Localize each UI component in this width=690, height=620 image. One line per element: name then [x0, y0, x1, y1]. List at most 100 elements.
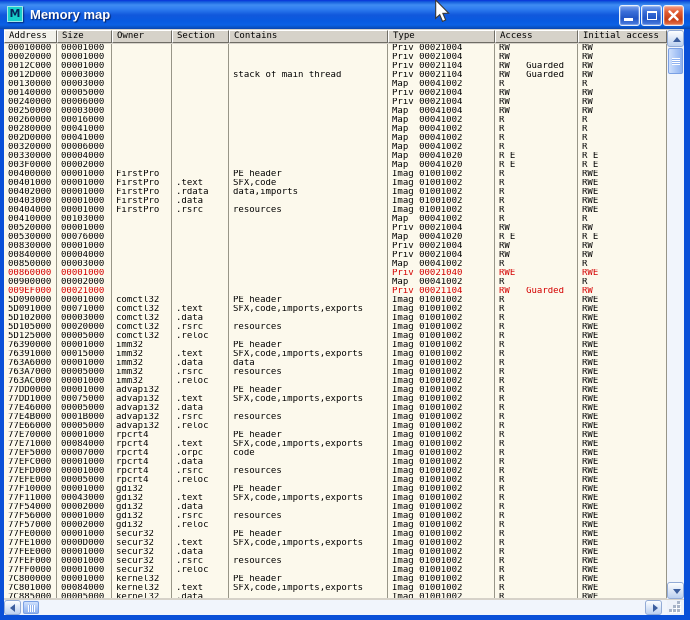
column-header-contains[interactable]: Contains [229, 30, 388, 43]
table-row[interactable]: 77F5600000001000gdi32.rsrcresourcesImag … [4, 512, 667, 521]
table-row[interactable]: 5D10200000003000comctl32.dataImag 010010… [4, 314, 667, 323]
app-icon[interactable]: M [7, 6, 23, 22]
cell-size: 00001000 [57, 188, 112, 197]
table-row[interactable]: 0012C00000001000Priv 00021104RW GuardedR… [4, 62, 667, 71]
table-row[interactable]: 0025000000003000Map 00041004RWRW [4, 107, 667, 116]
table-row[interactable]: 77E4600000005000advapi32.dataImag 010010… [4, 404, 667, 413]
vertical-scroll-thumb[interactable] [668, 48, 683, 74]
table-row[interactable]: 0053000000076000Map 00041020R ER E [4, 233, 667, 242]
table-row[interactable]: 0040400000001000FirstPro.rsrcresourcesIm… [4, 206, 667, 215]
table-row[interactable]: 77FE10000000D000secur32.textSFX,code,imp… [4, 539, 667, 548]
table-row[interactable]: 77DD000000001000advapi32PE headerImag 01… [4, 386, 667, 395]
cell-type: Map 00041020 [388, 152, 495, 161]
table-row[interactable]: 0013000000003000Map 00041002RR [4, 80, 667, 89]
close-button[interactable] [663, 5, 684, 26]
table-row[interactable]: 77F5400000002000gdi32.dataImag 01001002R… [4, 503, 667, 512]
table-row[interactable]: 0033000000004000Map 00041020R ER E [4, 152, 667, 161]
table-row[interactable]: 0002000000001000Priv 00021004RWRW [4, 53, 667, 62]
resize-grip[interactable] [667, 600, 684, 615]
table-row[interactable]: 002D000000041000Map 00041002RR [4, 134, 667, 143]
column-header-initial-access[interactable]: Initial access [578, 30, 667, 43]
column-header-access[interactable]: Access [495, 30, 578, 43]
table-row[interactable]: 77FF000000001000secur32.relocImag 010010… [4, 566, 667, 575]
table-row[interactable]: 0024000000006000Priv 00021004RWRW [4, 98, 667, 107]
column-header-type[interactable]: Type [388, 30, 495, 43]
table-row[interactable]: 0014000000005000Priv 00021004RWRW [4, 89, 667, 98]
table-row[interactable]: 7C80000000001000kernel32PE headerImag 01… [4, 575, 667, 584]
horizontal-scrollbar[interactable] [4, 600, 684, 615]
column-header-owner[interactable]: Owner [112, 30, 172, 43]
table-row[interactable]: 0040000000001000FirstProPE headerImag 01… [4, 170, 667, 179]
table-row[interactable]: 003F000000002000Map 00041020R ER E [4, 161, 667, 170]
table-row[interactable]: 0041000000103000Map 00041002RR [4, 215, 667, 224]
titlebar[interactable]: M Memory map [0, 0, 690, 29]
cell-address: 77E46000 [4, 404, 57, 413]
table-row[interactable]: 0032000000006000Map 00041002RR [4, 143, 667, 152]
cell-address: 77FEE000 [4, 548, 57, 557]
table-row[interactable]: 7639000000001000imm32PE headerImag 01001… [4, 341, 667, 350]
cell-section: .data [172, 359, 229, 368]
table-row[interactable]: 0084000000004000Priv 00021004RWRW [4, 251, 667, 260]
table-row[interactable]: 0083000000001000Priv 00021004RWRW [4, 242, 667, 251]
scroll-right-button[interactable] [645, 600, 662, 615]
table-row[interactable]: 77E6600000005000advapi32.relocImag 01001… [4, 422, 667, 431]
table-row[interactable]: 77FEE00000001000secur32.dataImag 0100100… [4, 548, 667, 557]
table-row[interactable]: 5D12500000005000comctl32.relocImag 01001… [4, 332, 667, 341]
maximize-button[interactable] [641, 5, 662, 26]
column-header-section[interactable]: Section [172, 30, 229, 43]
scroll-up-button[interactable] [667, 30, 684, 47]
column-header-address[interactable]: Address [4, 30, 57, 43]
table-row[interactable]: 77EFE00000005000rpcrt4.relocImag 0100100… [4, 476, 667, 485]
cell-contains [229, 242, 388, 251]
horizontal-scroll-thumb[interactable] [23, 601, 39, 614]
table-row[interactable]: 0028000000041000Map 00041002RR [4, 125, 667, 134]
table-row[interactable]: 5D10500000020000comctl32.rsrcresourcesIm… [4, 323, 667, 332]
scroll-down-button[interactable] [667, 582, 684, 599]
table-row[interactable]: 77EF500000007000rpcrt4.orpccodeImag 0100… [4, 449, 667, 458]
cell-address: 00240000 [4, 98, 57, 107]
table-row[interactable]: 7639100000015000imm32.textSFX,code,impor… [4, 350, 667, 359]
cell-type: Priv 00021104 [388, 62, 495, 71]
column-header-size[interactable]: Size [57, 30, 112, 43]
table-row[interactable]: 0040100000001000FirstPro.textSFX,codeIma… [4, 179, 667, 188]
table-row[interactable]: 77FEF00000001000secur32.rsrcresourcesIma… [4, 557, 667, 566]
table-row[interactable]: 763AC00000001000imm32.relocImag 01001002… [4, 377, 667, 386]
table-row[interactable]: 0086000000001000Priv 00021040RWERWE [4, 269, 667, 278]
minimize-button[interactable] [619, 5, 640, 26]
cell-owner [112, 260, 172, 269]
table-row[interactable]: 0040300000001000FirstPro.dataImag 010010… [4, 197, 667, 206]
table-row[interactable]: 0090000000002000Map 00041002RR [4, 278, 667, 287]
table-row[interactable]: 7C88500000005000kernel32.dataImag 010010… [4, 593, 667, 598]
cell-access: R [495, 503, 578, 512]
table-row[interactable]: 0052000000001000Priv 00021004RWRW [4, 224, 667, 233]
cell-access: R [495, 116, 578, 125]
table-row[interactable]: 77DD100000075000advapi32.textSFX,code,im… [4, 395, 667, 404]
table-row[interactable]: 0001000000001000Priv 00021004RWRW [4, 44, 667, 53]
cell-type: Priv 00021004 [388, 224, 495, 233]
table-row[interactable]: 77EFC00000001000rpcrt4.dataImag 01001002… [4, 458, 667, 467]
table-row[interactable]: 77F1100000043000gdi32.textSFX,code,impor… [4, 494, 667, 503]
vertical-scrollbar[interactable] [667, 30, 684, 599]
table-row[interactable]: 77EFD00000001000rpcrt4.rsrcresourcesImag… [4, 467, 667, 476]
table-row[interactable]: 77E7100000084000rpcrt4.textSFX,code,impo… [4, 440, 667, 449]
cell-size: 00001000 [57, 296, 112, 305]
table-row[interactable]: 763A600000001000imm32.datadataImag 01001… [4, 359, 667, 368]
table-row[interactable]: 0085000000003000Map 00041002RR [4, 260, 667, 269]
cell-section [172, 62, 229, 71]
cell-size: 00076000 [57, 233, 112, 242]
table-row[interactable]: 009EF00000021000Priv 00021104RW GuardedR… [4, 287, 667, 296]
table-row[interactable]: 77FE000000001000secur32PE headerImag 010… [4, 530, 667, 539]
table-row[interactable]: 77E7000000001000rpcrt4PE headerImag 0100… [4, 431, 667, 440]
table-row[interactable]: 77F5700000002000gdi32.relocImag 01001002… [4, 521, 667, 530]
table-row[interactable]: 77F1000000001000gdi32PE headerImag 01001… [4, 485, 667, 494]
table-row[interactable]: 5D09000000001000comctl32PE headerImag 01… [4, 296, 667, 305]
table-row[interactable]: 7C80100000084000kernel32.textSFX,code,im… [4, 584, 667, 593]
scroll-left-button[interactable] [4, 600, 21, 615]
table-row[interactable]: 5D09100000071000comctl32.textSFX,code,im… [4, 305, 667, 314]
table-row[interactable]: 0040200000001000FirstPro.rdatadata,impor… [4, 188, 667, 197]
memory-map-table[interactable]: 0001000000001000Priv 00021004RWRW0002000… [4, 44, 667, 598]
table-row[interactable]: 763A700000005000imm32.rsrcresourcesImag … [4, 368, 667, 377]
table-row[interactable]: 0026000000016000Map 00041002RR [4, 116, 667, 125]
table-row[interactable]: 77E4B0000001B000advapi32.rsrcresourcesIm… [4, 413, 667, 422]
table-row[interactable]: 0012D00000003000stack of main threadPriv… [4, 71, 667, 80]
